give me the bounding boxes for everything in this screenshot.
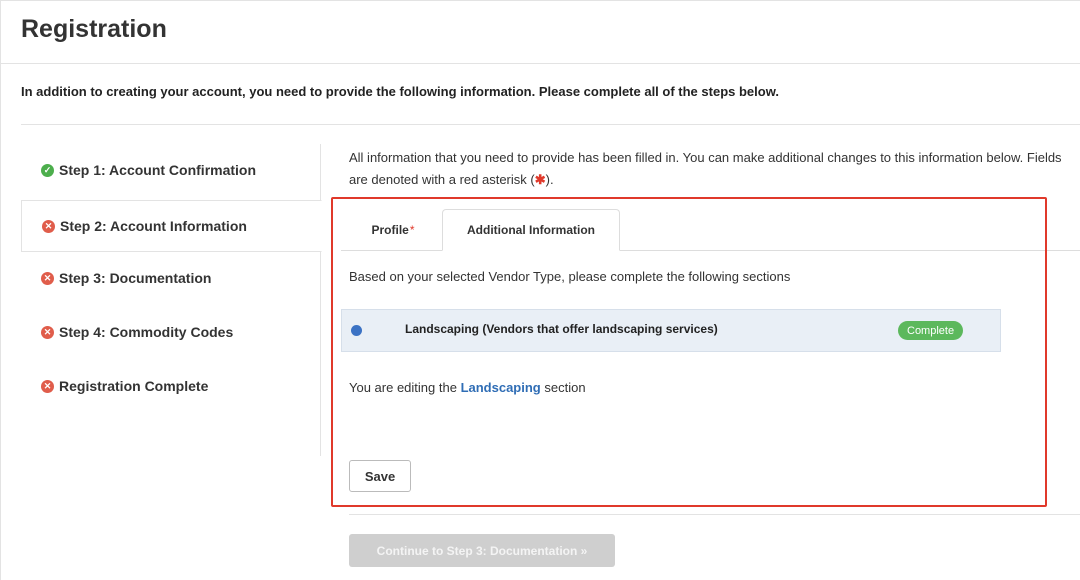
tab-additional-information[interactable]: Additional Information [442,209,620,251]
editing-suffix: section [540,380,586,395]
step-commodity-codes[interactable]: ✕ Step 4: Commodity Codes [21,306,321,358]
page-title: Registration [21,15,167,43]
continue-button[interactable]: Continue to Step 3: Documentation » [349,534,615,567]
step-account-confirmation[interactable]: ✓ Step 1: Account Confirmation [21,144,321,196]
info-text-line-2-suffix: ). [545,172,554,187]
step-registration-complete[interactable]: ✕ Registration Complete [21,360,321,412]
intro-divider [21,124,1080,125]
required-mark: * [409,223,415,237]
save-button[interactable]: Save [349,460,411,492]
step-label: Step 4: Commodity Codes [59,324,234,340]
editing-text: You are editing the Landscaping section [349,380,586,395]
step-documentation[interactable]: ✕ Step 3: Documentation [21,252,321,304]
editing-prefix: You are editing the [349,380,461,395]
intro-text: In addition to creating your account, yo… [21,84,779,99]
info-text-line-1: All information that you need to provide… [349,150,1062,165]
header-divider [1,63,1080,64]
bottom-divider [349,514,1080,515]
registration-page: Registration In addition to creating you… [0,0,1080,580]
section-label: Landscaping (Vendors that offer landscap… [405,322,718,336]
step-label: Step 3: Documentation [59,270,212,286]
step-account-information[interactable]: ✕ Step 2: Account Information [21,200,322,252]
sections-intro: Based on your selected Vendor Type, plea… [349,269,791,284]
step-label: Step 2: Account Information [60,218,247,234]
info-text-line-2-prefix: are denoted with a red asterisk ( [349,172,535,187]
x-circle-icon: ✕ [41,271,54,285]
steps-sidebar: ✓ Step 1: Account Confirmation ✕ Step 2:… [21,144,322,456]
landscaping-link[interactable]: Landscaping [461,380,541,395]
tab-profile[interactable]: Profile * [347,209,439,251]
x-circle-icon: ✕ [42,219,55,233]
info-text: All information that you need to provide… [349,147,1080,191]
tab-additional-label: Additional Information [467,223,595,237]
step-label: Step 1: Account Confirmation [59,162,257,178]
section-dot-icon [351,325,362,336]
step-label: Registration Complete [59,378,209,394]
required-asterisk-icon: ✱ [534,172,546,187]
status-badge: Complete [898,321,964,340]
check-circle-icon: ✓ [41,163,54,177]
section-row-landscaping[interactable]: Landscaping (Vendors that offer landscap… [341,309,1001,352]
x-circle-icon: ✕ [41,325,54,339]
tab-profile-label: Profile [371,223,409,237]
x-circle-icon: ✕ [41,379,54,393]
